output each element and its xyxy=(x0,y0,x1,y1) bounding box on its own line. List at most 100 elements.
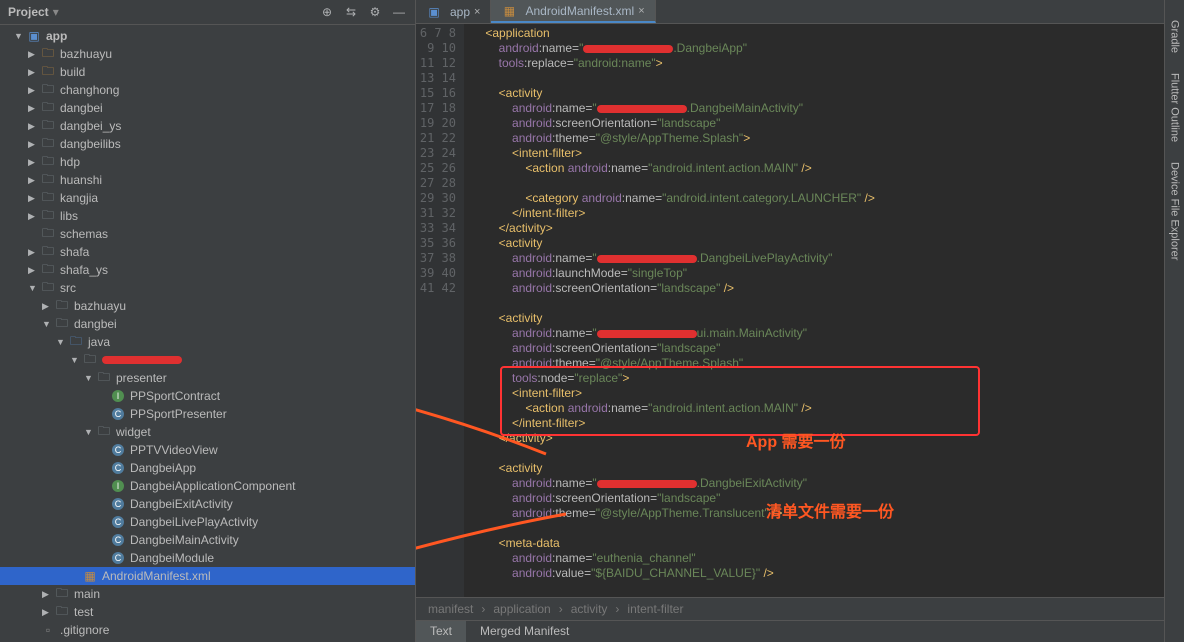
tree-arrow[interactable]: ▶ xyxy=(28,103,38,114)
breadcrumb-application[interactable]: application xyxy=(493,602,550,616)
tree-item-shafa[interactable]: ▶🗀shafa xyxy=(0,243,415,261)
tree-label: hdp xyxy=(60,155,80,169)
tree-item-test[interactable]: ▶🗀test xyxy=(0,603,415,621)
collapse-icon[interactable]: ⇆ xyxy=(343,4,359,20)
tree-label: PPSportContract xyxy=(130,389,220,403)
tree-label: DangbeiApplicationComponent xyxy=(130,479,295,493)
tree-item-huanshi[interactable]: ▶🗀huanshi xyxy=(0,171,415,189)
tree-label: DangbeiModule xyxy=(130,551,214,565)
editor-area: ▣app×▦AndroidManifest.xml× 6 7 8 9 10 11… xyxy=(416,0,1164,642)
tree-arrow[interactable]: ▼ xyxy=(84,373,94,383)
tree-label: app xyxy=(46,29,67,43)
rail-device-file-explorer[interactable]: Device File Explorer xyxy=(1169,162,1181,260)
tree-arrow[interactable]: ▼ xyxy=(42,319,52,329)
tree-item-src[interactable]: ▼🗀src xyxy=(0,279,415,297)
tree-item-java[interactable]: ▼🗀java xyxy=(0,333,415,351)
breadcrumb-manifest[interactable]: manifest xyxy=(428,602,473,616)
tree-item-libs[interactable]: ▶🗀libs xyxy=(0,207,415,225)
tree-arrow[interactable]: ▼ xyxy=(84,427,94,437)
tab-androidmanifest-xml[interactable]: ▦AndroidManifest.xml× xyxy=(491,0,655,23)
tree-arrow[interactable]: ▼ xyxy=(28,283,38,293)
tab-label: app xyxy=(450,5,470,19)
tree-arrow[interactable]: ▼ xyxy=(56,337,66,347)
tree-label: libs xyxy=(60,209,78,223)
breadcrumb-intent-filter[interactable]: intent-filter xyxy=(627,602,683,616)
tree-item-ppsportcontract[interactable]: IPPSportContract xyxy=(0,387,415,405)
tree-item-ppsportpresenter[interactable]: CPPSportPresenter xyxy=(0,405,415,423)
tree-item-androidmanifest-xml[interactable]: ▦AndroidManifest.xml xyxy=(0,567,415,585)
tab-app[interactable]: ▣app× xyxy=(416,0,491,23)
sidebar-title: Project xyxy=(8,5,49,19)
tree-item-main[interactable]: ▶🗀main xyxy=(0,585,415,603)
tree-arrow[interactable]: ▶ xyxy=(42,607,52,618)
tree-item-kangjia[interactable]: ▶🗀kangjia xyxy=(0,189,415,207)
tree-arrow[interactable]: ▶ xyxy=(28,49,38,60)
sidebar-header: Project ▾ ⊕ ⇆ ⚙ — xyxy=(0,0,415,25)
code-area[interactable]: <application android:name=".DangbeiApp" … xyxy=(464,24,1164,597)
tab-label: AndroidManifest.xml xyxy=(525,4,634,18)
tree-item-presenter[interactable]: ▼🗀presenter xyxy=(0,369,415,387)
rail-flutter-outline[interactable]: Flutter Outline xyxy=(1169,73,1181,142)
tree-item-bazhuayu[interactable]: ▶🗀bazhuayu xyxy=(0,45,415,63)
breadcrumb-activity[interactable]: activity xyxy=(571,602,608,616)
tree-label: test xyxy=(74,605,93,619)
tree-item-app[interactable]: ▼▣app xyxy=(0,27,415,45)
project-tree[interactable]: ▼▣app▶🗀bazhuayu▶🗀build▶🗀changhong▶🗀dangb… xyxy=(0,25,415,642)
gear-icon[interactable]: ⚙ xyxy=(367,4,383,20)
tree-arrow[interactable]: ▶ xyxy=(42,301,52,312)
annotation-box xyxy=(500,366,980,436)
gutter: 6 7 8 9 10 11 12 13 14 15 16 17 18 19 20… xyxy=(416,24,464,597)
rail-gradle[interactable]: Gradle xyxy=(1169,20,1181,53)
tree-arrow[interactable]: ▶ xyxy=(28,139,38,150)
tree-item-dangbei_ys[interactable]: ▶🗀dangbei_ys xyxy=(0,117,415,135)
tree-item-changhong[interactable]: ▶🗀changhong xyxy=(0,81,415,99)
tree-label: PPTVVideoView xyxy=(130,443,218,457)
tree-label: dangbei_ys xyxy=(60,119,121,133)
bottom-tab-merged-manifest[interactable]: Merged Manifest xyxy=(466,621,583,642)
tree-arrow[interactable]: ▼ xyxy=(70,355,80,365)
tree-arrow[interactable]: ▶ xyxy=(28,193,38,204)
tree-arrow[interactable]: ▶ xyxy=(28,157,38,168)
tree-item-widget[interactable]: ▼🗀widget xyxy=(0,423,415,441)
tree-arrow[interactable]: ▼ xyxy=(14,31,24,41)
tree-arrow[interactable]: ▶ xyxy=(28,247,38,258)
tree-item-dangbeilibs[interactable]: ▶🗀dangbeilibs xyxy=(0,135,415,153)
close-icon[interactable]: × xyxy=(638,5,644,17)
tree-item--gitignore[interactable]: ▫.gitignore xyxy=(0,621,415,639)
bottom-tab-text[interactable]: Text xyxy=(416,621,466,642)
tree-label: dangbei xyxy=(60,101,103,115)
tree-arrow[interactable]: ▶ xyxy=(28,67,38,78)
target-icon[interactable]: ⊕ xyxy=(319,4,335,20)
tree-item-dangbeiapplicationcomponent[interactable]: IDangbeiApplicationComponent xyxy=(0,477,415,495)
tree-arrow[interactable]: ▶ xyxy=(28,175,38,186)
tree-item-dangbeiliveplayactivity[interactable]: CDangbeiLivePlayActivity xyxy=(0,513,415,531)
tree-item-hdp[interactable]: ▶🗀hdp xyxy=(0,153,415,171)
breadcrumb[interactable]: manifest›application›activity›intent-fil… xyxy=(416,597,1164,620)
tree-label: bazhuayu xyxy=(60,47,112,61)
tree-arrow[interactable]: ▶ xyxy=(28,85,38,96)
project-sidebar: Project ▾ ⊕ ⇆ ⚙ — ▼▣app▶🗀bazhuayu▶🗀build… xyxy=(0,0,416,642)
tree-item-dangbei[interactable]: ▶🗀dangbei xyxy=(0,99,415,117)
tree-arrow[interactable]: ▶ xyxy=(42,589,52,600)
tree-item-dangbeiapp[interactable]: CDangbeiApp xyxy=(0,459,415,477)
tree-item-dangbei[interactable]: ▼🗀dangbei xyxy=(0,315,415,333)
tree-item-schemas[interactable]: 🗀schemas xyxy=(0,225,415,243)
tree-arrow[interactable]: ▶ xyxy=(28,265,38,276)
tree-item-bazhuayu[interactable]: ▶🗀bazhuayu xyxy=(0,297,415,315)
hide-icon[interactable]: — xyxy=(391,4,407,20)
tree-label: build xyxy=(60,65,85,79)
tree-label: DangbeiExitActivity xyxy=(130,497,233,511)
tree-item-shafa_ys[interactable]: ▶🗀shafa_ys xyxy=(0,261,415,279)
tree-arrow[interactable]: ▶ xyxy=(28,211,38,222)
tree-arrow[interactable]: ▶ xyxy=(28,121,38,132)
tree-label: DangbeiLivePlayActivity xyxy=(130,515,258,529)
close-icon[interactable]: × xyxy=(474,6,480,18)
tree-item-redacted[interactable]: ▼🗀 xyxy=(0,351,415,369)
chevron-down-icon[interactable]: ▾ xyxy=(53,5,59,19)
tree-item-dangbeiexitactivity[interactable]: CDangbeiExitActivity xyxy=(0,495,415,513)
tree-item-build[interactable]: ▶🗀build xyxy=(0,63,415,81)
tree-item-pptvvideoview[interactable]: CPPTVVideoView xyxy=(0,441,415,459)
tree-item-dangbeimainactivity[interactable]: CDangbeiMainActivity xyxy=(0,531,415,549)
tree-label: shafa xyxy=(60,245,89,259)
tree-item-dangbeimodule[interactable]: CDangbeiModule xyxy=(0,549,415,567)
